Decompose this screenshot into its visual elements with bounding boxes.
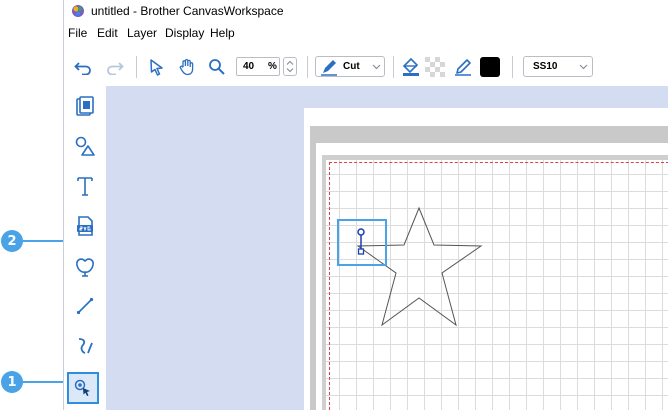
zoom-tool-button[interactable] (206, 56, 228, 78)
cut-pen-icon (321, 60, 337, 76)
node-edit-button[interactable] (67, 372, 99, 404)
apple-shape-button[interactable] (67, 250, 103, 282)
freehand-button[interactable] (67, 330, 103, 362)
toolbar-separator (393, 56, 394, 78)
pen-icon (455, 59, 471, 76)
text-icon (77, 177, 93, 196)
undo-button[interactable] (72, 56, 94, 78)
callout-badge-2: 2 (1, 230, 23, 252)
line-icon (76, 297, 94, 315)
node-edit-icon (74, 379, 90, 396)
line-color-button[interactable] (452, 56, 474, 78)
stepper-arrows-icon (286, 60, 294, 73)
callout-badge-1: 1 (1, 371, 23, 393)
chevron-down-icon (372, 64, 381, 70)
window-title: untitled - Brother CanvasWorkspace (91, 4, 284, 18)
svg-icon (77, 216, 93, 236)
line-button[interactable] (67, 290, 103, 322)
zoom-unit: % (268, 61, 277, 72)
title-bar: untitled - Brother CanvasWorkspace (64, 0, 668, 24)
toolbar-separator (512, 56, 513, 78)
apple-shape-icon (76, 258, 94, 277)
callout-box-node (337, 219, 387, 266)
menu-edit[interactable]: Edit (97, 26, 118, 40)
freehand-icon (78, 338, 93, 354)
mode-select[interactable]: Cut (315, 56, 385, 77)
callout-line-1 (22, 381, 64, 383)
fill-button[interactable] (400, 55, 422, 79)
transparent-swatch-icon (425, 57, 445, 77)
zoom-stepper[interactable] (283, 57, 297, 76)
import-svg-button[interactable] (67, 210, 103, 242)
paint-bucket-icon (402, 57, 419, 76)
menu-bar: File Edit Layer Display Help (64, 24, 668, 44)
tool-sidebar (64, 86, 106, 410)
redo-icon (107, 62, 124, 75)
shapes-button[interactable] (67, 130, 103, 162)
zoom-input[interactable]: 40 % (236, 57, 280, 76)
zoom-value: 40 (243, 61, 255, 72)
fill-color-swatch[interactable] (424, 56, 446, 78)
line-color-swatch[interactable] (478, 55, 502, 79)
menu-display[interactable]: Display (165, 26, 204, 40)
toolbar-separator (136, 56, 137, 78)
black-swatch (480, 57, 500, 77)
select-tool-button[interactable] (146, 56, 168, 78)
pattern-button[interactable] (67, 90, 103, 122)
menu-help[interactable]: Help (210, 26, 235, 40)
hand-icon (179, 59, 194, 76)
toolbar: 40 % Cut SS10 (64, 44, 668, 86)
menu-layer[interactable]: Layer (127, 26, 157, 40)
shapes-icon (75, 136, 95, 156)
menu-file[interactable]: File (68, 26, 87, 40)
undo-icon (74, 62, 91, 75)
app-window: untitled - Brother CanvasWorkspace File … (63, 0, 668, 410)
pattern-icon (76, 96, 94, 116)
app-logo-icon (72, 5, 84, 17)
pan-tool-button[interactable] (176, 56, 198, 78)
toolbar-separator (307, 56, 308, 78)
redo-button[interactable] (104, 56, 126, 78)
mode-label: Cut (343, 61, 360, 72)
arrow-pointer-icon (150, 59, 163, 76)
magnifier-icon (209, 59, 225, 75)
text-button[interactable] (67, 170, 103, 202)
chevron-down-icon (579, 64, 588, 70)
mat-size-select[interactable]: SS10 (523, 56, 593, 77)
mat-size-label: SS10 (533, 61, 558, 72)
